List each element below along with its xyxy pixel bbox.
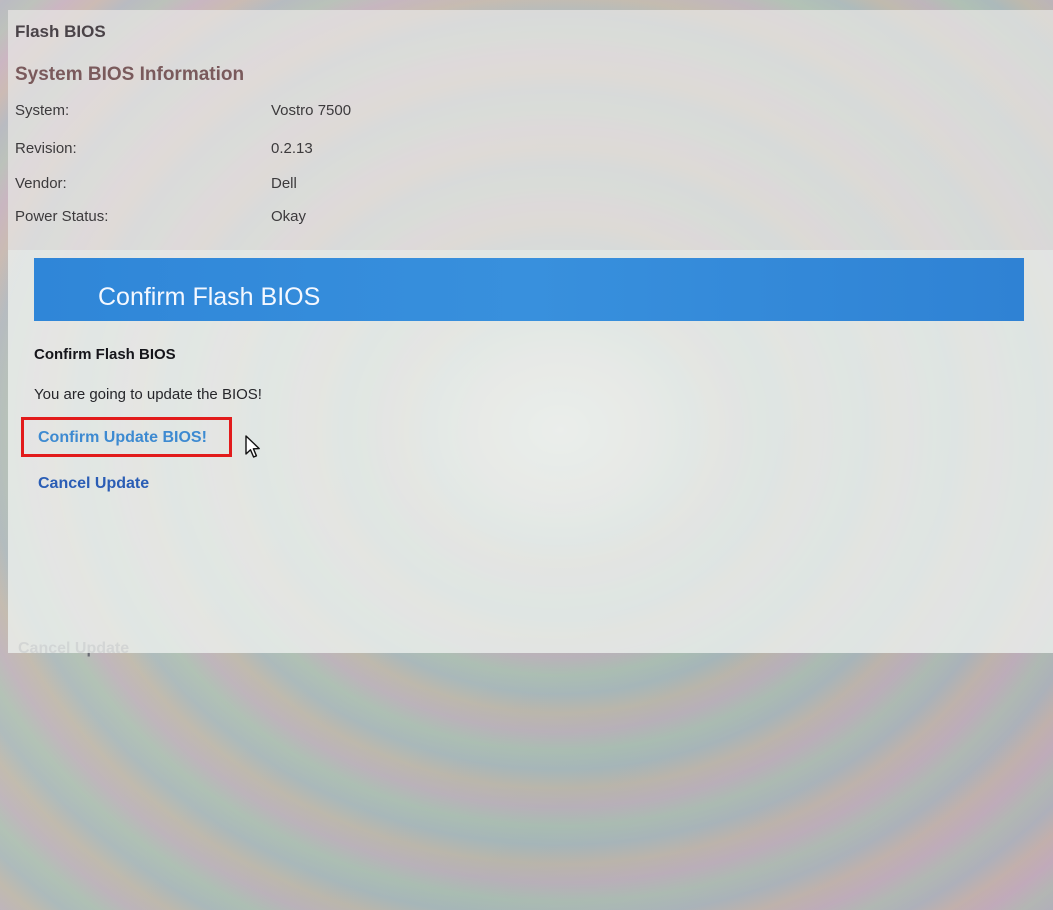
info-label-system: System: bbox=[15, 102, 70, 119]
dialog-header-title: Confirm Flash BIOS bbox=[98, 283, 321, 311]
confirm-update-bios-button[interactable]: Confirm Update BIOS! bbox=[38, 429, 207, 447]
flash-bios-page: Flash BIOS System BIOS Information Syste… bbox=[8, 10, 1053, 250]
cancel-update-button[interactable]: Cancel Update bbox=[38, 475, 149, 493]
info-value-vendor: Dell bbox=[271, 175, 297, 192]
info-label-revision: Revision: bbox=[15, 140, 77, 157]
page-title: Flash BIOS bbox=[15, 22, 106, 41]
dialog-heading: Confirm Flash BIOS bbox=[34, 346, 176, 363]
section-title-system-bios-information: System BIOS Information bbox=[15, 64, 245, 85]
mouse-pointer-icon bbox=[245, 435, 260, 458]
info-label-vendor: Vendor: bbox=[15, 175, 67, 192]
dialog-header: Confirm Flash BIOS bbox=[34, 258, 1024, 321]
info-value-system: Vostro 7500 bbox=[271, 102, 352, 119]
confirm-flash-bios-dialog: Confirm Flash BIOS Confirm Flash BIOS Yo… bbox=[8, 250, 1053, 653]
dialog-message: You are going to update the BIOS! bbox=[34, 386, 262, 403]
info-label-power-status: Power Status: bbox=[15, 208, 109, 225]
info-value-power-status: Okay bbox=[271, 208, 307, 225]
info-value-revision: 0.2.13 bbox=[271, 140, 313, 157]
bios-screen: Flash BIOS System BIOS Information Syste… bbox=[0, 0, 1053, 910]
